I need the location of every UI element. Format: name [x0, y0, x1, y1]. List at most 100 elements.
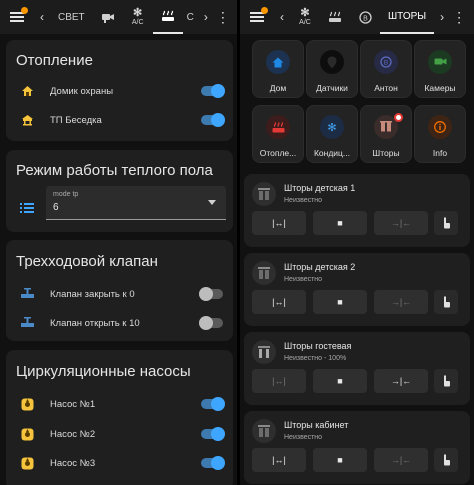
tab-label: A/C	[131, 19, 144, 26]
cover-title: Шторы детская 2	[284, 262, 356, 272]
cover-state: Неизвестно	[284, 276, 323, 283]
close-button[interactable]: →|←	[374, 290, 428, 314]
tile-heating[interactable]: Отопле...	[252, 105, 304, 163]
scroll-left-button[interactable]: ‹	[34, 0, 50, 34]
tile-sensors[interactable]: Датчики	[306, 40, 358, 98]
menu-button[interactable]	[0, 0, 34, 34]
entity-row[interactable]: ТП Беседка	[16, 109, 225, 131]
close-icon: →|←	[390, 376, 412, 386]
notification-badge	[21, 7, 28, 14]
valve-icon	[20, 287, 34, 298]
toggle-switch[interactable]	[201, 427, 225, 441]
toggle-switch[interactable]	[201, 84, 225, 98]
tab-ac[interactable]: ✻ A/C	[123, 0, 153, 34]
tile-info[interactable]: Info	[414, 105, 466, 163]
info-icon	[434, 121, 446, 133]
open-button[interactable]: |↔|	[252, 290, 306, 314]
tab-light[interactable]: СВЕТ	[50, 0, 93, 34]
tile-label: Отопле...	[259, 148, 297, 158]
tab-ac[interactable]: ✻ A/C	[290, 0, 320, 34]
heater-icon	[161, 10, 174, 21]
stop-button[interactable]: ■	[313, 290, 367, 314]
tap-button[interactable]	[434, 448, 458, 472]
tile-label: Info	[432, 148, 448, 158]
tile-anton[interactable]: B Антон	[360, 40, 412, 98]
open-icon: |↔|	[272, 376, 286, 386]
cover-state: Неизвестно - 100%	[284, 355, 347, 362]
tile-cameras[interactable]: Камеры	[414, 40, 466, 98]
pin-icon	[327, 56, 337, 68]
scroll-right-button[interactable]: ›	[434, 0, 450, 34]
close-icon: →|←	[390, 218, 412, 228]
top-bar: ‹ СВЕТ ✻ A/C C › ⋮	[0, 0, 237, 34]
top-bar: ‹ ✻ A/C B ШТОРЫ › ⋮	[240, 0, 474, 34]
entity-row[interactable]: Насос №3	[16, 452, 225, 474]
toggle-switch[interactable]	[199, 316, 223, 330]
blinds-icon	[258, 267, 270, 279]
entity-row[interactable]: Клапан открыть к 10	[16, 312, 223, 334]
list-icon	[20, 200, 34, 218]
home-icon	[272, 57, 284, 67]
open-button[interactable]: |↔|	[252, 448, 306, 472]
close-button[interactable]: →|←	[374, 211, 428, 235]
status-badge	[394, 113, 403, 122]
tap-button[interactable]	[434, 369, 458, 393]
tab-blinds[interactable]: ШТОРЫ	[380, 0, 435, 34]
cover-card: Шторы детская 1 Неизвестно |↔| ■ →|←	[244, 174, 470, 247]
more-vert-icon: ⋮	[215, 8, 230, 25]
overflow-menu-button[interactable]: ⋮	[450, 0, 468, 34]
cover-title: Шторы детская 1	[284, 183, 356, 193]
card-title: Отопление	[16, 52, 93, 69]
close-button[interactable]: →|←	[374, 448, 428, 472]
close-icon: →|←	[390, 455, 412, 465]
toggle-switch[interactable]	[201, 113, 225, 127]
hand-pointer-icon	[444, 296, 450, 308]
close-button[interactable]: →|←	[374, 369, 428, 393]
entity-row[interactable]: Домик охраны	[16, 80, 225, 102]
tile-blinds[interactable]: Шторы	[360, 105, 412, 163]
heating-panel: ‹ СВЕТ ✻ A/C C › ⋮ Отопление Домик охраны	[0, 0, 237, 485]
tab-heating[interactable]	[320, 0, 350, 34]
tab-next-partial[interactable]: C	[183, 0, 198, 34]
blinds-panel: ‹ ✻ A/C B ШТОРЫ › ⋮ Дом Датчики B Антон …	[240, 0, 474, 485]
tab-heating[interactable]	[152, 0, 183, 34]
open-button[interactable]: |↔|	[252, 211, 306, 235]
overflow-menu-button[interactable]: ⋮	[214, 0, 232, 34]
cover-title: Шторы гостевая	[284, 341, 352, 351]
toggle-switch[interactable]	[201, 397, 225, 411]
card-title: Режим работы теплого пола	[16, 162, 213, 179]
cover-card: Шторы кабинет Неизвестно |↔| ■ →|←	[244, 411, 470, 484]
caret-down-icon	[208, 200, 216, 205]
valve-icon	[20, 316, 34, 327]
tap-button[interactable]	[434, 211, 458, 235]
tile-ac[interactable]: ✻ Кондиц...	[306, 105, 358, 163]
scroll-right-button[interactable]: ›	[198, 0, 214, 34]
entity-row[interactable]: Насос №1	[16, 393, 225, 415]
tile-label: Дом	[269, 83, 287, 93]
toggle-switch[interactable]	[201, 456, 225, 470]
floor-mode-card: Режим работы теплого пола mode tp 6	[6, 150, 233, 232]
entity-row[interactable]: Насос №2	[16, 423, 225, 445]
cover-state: Неизвестно	[284, 434, 323, 441]
entity-row[interactable]: Клапан закрыть к 0	[16, 283, 223, 305]
valve-card: Трехходовой клапан Клапан закрыть к 0 Кл…	[6, 240, 233, 341]
stop-button[interactable]: ■	[313, 211, 367, 235]
toggle-switch[interactable]	[199, 287, 223, 301]
chevron-right-icon: ›	[203, 10, 208, 24]
tab-anton[interactable]: B	[350, 0, 380, 34]
scroll-left-button[interactable]: ‹	[274, 0, 290, 34]
tile-home[interactable]: Дом	[252, 40, 304, 98]
open-button[interactable]: |↔|	[252, 369, 306, 393]
tab-label: A/C	[299, 19, 311, 26]
open-icon: |↔|	[272, 297, 286, 307]
tab-label: СВЕТ	[58, 11, 85, 23]
tap-button[interactable]	[434, 290, 458, 314]
mode-select[interactable]: mode tp 6	[46, 186, 226, 220]
menu-button[interactable]	[240, 0, 274, 34]
tab-cameras[interactable]	[93, 0, 123, 34]
hand-pointer-icon	[444, 217, 450, 229]
hand-pointer-icon	[444, 375, 450, 387]
tile-label: Шторы	[372, 148, 400, 158]
stop-button[interactable]: ■	[313, 448, 367, 472]
stop-button[interactable]: ■	[313, 369, 367, 393]
